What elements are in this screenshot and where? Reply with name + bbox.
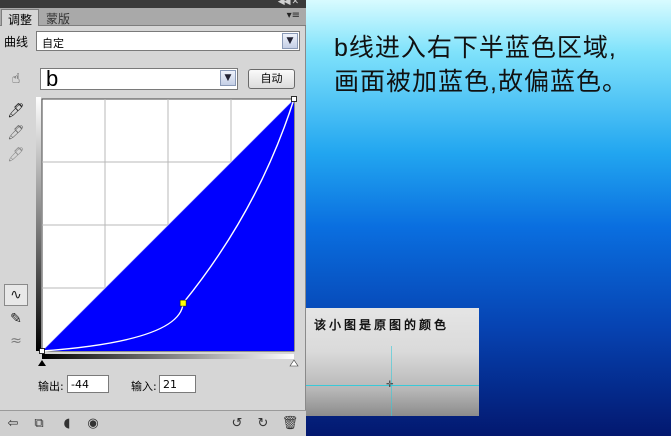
inset-label: 该小图是原图的颜色 (314, 318, 450, 332)
input-field[interactable]: 21 (159, 375, 196, 393)
output-label: 输出: (38, 380, 64, 393)
trash-icon[interactable]: 🗑 (281, 415, 299, 433)
auto-button[interactable]: 自动 (248, 69, 295, 89)
curve-endpoint-black[interactable] (39, 348, 45, 354)
layer-visibility-toggle-icon[interactable]: ◖ (58, 415, 76, 433)
gray-eyedropper-icon[interactable]: 🖊 (7, 124, 25, 142)
curve-endpoint-white[interactable] (291, 96, 297, 102)
panel-top-strip: ◀◀ ✕ (0, 0, 306, 8)
curve-graph[interactable] (36, 95, 300, 367)
curve-tool-icon[interactable]: ∿ (4, 284, 28, 306)
channel-value: b (46, 66, 59, 91)
panel-tab-bar: 调整 蒙版 ▾≡ (0, 8, 306, 27)
eye-icon[interactable]: ◉ (84, 415, 102, 433)
input-gradient-bar (42, 354, 294, 359)
panel-bottom-bar: ⇦ ⧉ ◖ ◉ ↺ ↻ 🗑 (0, 410, 306, 436)
hand-tool-icon[interactable]: ☝ (7, 70, 25, 88)
preview-image: b线进入右下半蓝色区域, 画面被加蓝色,故偏蓝色。 该小图是原图的颜色 ✛ (306, 0, 671, 436)
white-eyedropper-icon[interactable]: 🖊 (7, 146, 25, 164)
black-point-slider[interactable] (38, 360, 46, 366)
output-gradient-bar (36, 97, 41, 351)
clip-to-layer-icon[interactable]: ⧉ (30, 415, 48, 433)
preset-value: 自定 (42, 37, 64, 50)
tab-adjustments[interactable]: 调整 (1, 9, 40, 27)
original-color-inset: 该小图是原图的颜色 ✛ (306, 308, 479, 416)
back-arrow-icon[interactable]: ⇦ (4, 415, 22, 433)
caption-line-1: b线进入右下半蓝色区域, (334, 34, 617, 62)
view-previous-state-icon[interactable]: ↺ (228, 415, 246, 433)
tab-masks[interactable]: 蒙版 (40, 9, 76, 26)
reset-icon[interactable]: ↻ (254, 415, 272, 433)
panel-menu-icon[interactable]: ▾≡ (287, 10, 300, 21)
caption-line-2: 画面被加蓝色,故偏蓝色。 (334, 68, 628, 96)
curve-control-point[interactable] (179, 299, 187, 307)
adjustments-panel: ◀◀ ✕ 调整 蒙版 ▾≡ 曲线 自定 ▼ ☝ b ▼ 自动 🖊 🖊 🖊 ∿ ✎… (0, 0, 306, 436)
input-label: 输入: (131, 380, 157, 393)
chevron-down-icon[interactable]: ▼ (282, 33, 298, 49)
channel-dropdown[interactable]: b ▼ (40, 66, 238, 91)
pencil-icon[interactable]: ✎ (7, 310, 25, 328)
collapse-icon[interactable]: ◀◀ ✕ (278, 0, 299, 7)
smooth-icon[interactable]: ≈ (7, 332, 25, 350)
black-eyedropper-icon[interactable]: 🖊 (7, 102, 25, 120)
white-point-slider[interactable] (289, 359, 299, 367)
output-field[interactable]: -44 (67, 375, 109, 393)
preset-dropdown[interactable]: 自定 ▼ (36, 31, 300, 51)
crosshair-cursor-icon: ✛ (386, 380, 394, 390)
chevron-down-icon[interactable]: ▼ (220, 70, 236, 86)
preset-label: 曲线 (4, 35, 29, 49)
